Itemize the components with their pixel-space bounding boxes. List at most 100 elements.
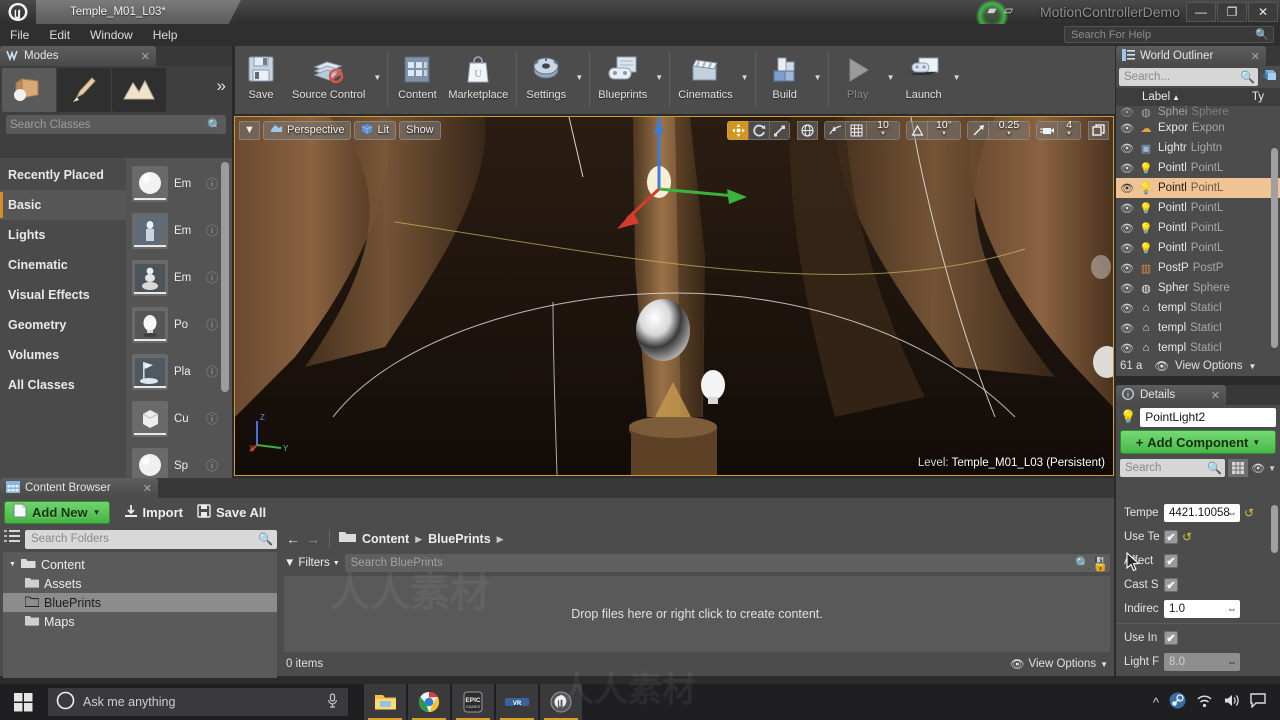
eye-icon[interactable]: 👁 — [1120, 242, 1134, 255]
table-row[interactable]: 👁 ▣ Lightr Lightn — [1116, 138, 1280, 158]
modes-category-cinematic[interactable]: Cinematic — [0, 250, 126, 280]
eye-icon[interactable]: 👁 — [1120, 202, 1134, 215]
chevron-down-icon[interactable]: ▼ — [1268, 464, 1276, 473]
outliner-view-options[interactable]: View Options — [1175, 360, 1243, 372]
modes-asset-scrollbar[interactable] — [221, 162, 229, 392]
details-scrollbar[interactable] — [1271, 505, 1278, 553]
eye-icon[interactable]: 👁 — [1120, 162, 1134, 175]
table-row[interactable]: 👁 ◍ Sphei Sphere — [1116, 106, 1280, 119]
eye-icon[interactable]: 👁 — [1120, 342, 1134, 355]
level-tab[interactable]: Temple_M01_L03* — [36, 0, 241, 24]
tree-item-assets[interactable]: Assets — [3, 574, 277, 593]
play-dropdown-arrow[interactable]: ▼ — [884, 46, 898, 108]
caret-down-icon[interactable]: ▼ — [9, 561, 16, 568]
drag-grip-icon[interactable]: ⇔ — [1227, 508, 1237, 519]
maximize-viewport-icon[interactable] — [1088, 120, 1109, 140]
eye-icon[interactable]: 👁 — [1120, 122, 1134, 135]
surface-snap-icon[interactable] — [824, 120, 845, 140]
breadcrumb-content[interactable]: Content — [362, 532, 409, 546]
volume-icon[interactable] — [1223, 693, 1240, 711]
level-viewport[interactable]: Z Y X ▼ Perspective Lit Show 10 ▼ 10° ▼ … — [234, 116, 1114, 476]
angle-icon[interactable] — [906, 120, 927, 140]
list-item[interactable]: Po ⓘ — [126, 301, 232, 348]
drag-grip-icon[interactable]: ⇔ — [1227, 604, 1237, 615]
menu-file[interactable]: File — [0, 24, 39, 46]
filters-button[interactable]: ▼ Filters ▼ — [284, 557, 340, 569]
unreal-engine-icon[interactable] — [540, 684, 582, 720]
question-circle-icon[interactable]: ⓘ — [206, 410, 218, 427]
eye-icon[interactable]: 👁 — [1120, 106, 1134, 119]
menu-window[interactable]: Window — [80, 24, 143, 46]
chevron-double-right-icon[interactable]: » — [217, 76, 226, 96]
save-all-button[interactable]: Save All — [197, 503, 266, 521]
list-item[interactable]: Pla ⓘ — [126, 348, 232, 395]
drag-grip-icon[interactable]: ⇔ — [1227, 657, 1237, 668]
folders-search-input[interactable]: Search Folders 🔍 — [25, 529, 277, 549]
list-item[interactable]: Em ⓘ — [126, 160, 232, 207]
minimize-button[interactable]: — — [1186, 2, 1216, 22]
table-row[interactable]: 👁 ▥ PostP PostP — [1116, 258, 1280, 278]
arrow-right-icon[interactable]: → — [306, 531, 320, 547]
eye-icon[interactable]: 👁 — [1120, 142, 1134, 155]
epic-games-icon[interactable]: EPIC GAMES — [452, 684, 494, 720]
cinematics-dropdown-arrow[interactable]: ▼ — [738, 46, 752, 108]
rotation-snap-value[interactable]: 10° ▼ — [927, 120, 961, 140]
toolbar-content-button[interactable]: Content — [391, 46, 443, 108]
table-row[interactable]: 👁 💡 Pointl PointL — [1116, 198, 1280, 218]
toolbar-blueprints-button[interactable]: Blueprints — [593, 46, 652, 108]
vr-icon[interactable]: VR — [496, 684, 538, 720]
property-checkbox[interactable]: ✔ — [1164, 631, 1178, 645]
list-item[interactable]: Cu ⓘ — [126, 395, 232, 442]
modes-category-visual-effects[interactable]: Visual Effects — [0, 280, 126, 310]
viewport-options-menu[interactable]: ▼ — [239, 120, 260, 140]
modes-panel-tab[interactable]: Modes ✕ — [0, 46, 156, 66]
toolbar-settings-button[interactable]: Settings — [520, 46, 572, 108]
viewport-view-mode[interactable]: Lit — [354, 120, 397, 140]
toolbar-launch-button[interactable]: Launch — [898, 46, 950, 108]
list-item[interactable]: Em ⓘ — [126, 254, 232, 301]
modes-category-basic[interactable]: Basic — [0, 190, 126, 220]
lock-icon[interactable]: 🔓 — [1093, 558, 1108, 572]
list-item[interactable]: Sp ⓘ — [126, 442, 232, 478]
cortana-search-box[interactable]: Ask me anything — [48, 688, 348, 716]
table-row[interactable]: 👁 💡 Pointl PointL — [1116, 178, 1280, 198]
property-checkbox[interactable]: ✔ — [1164, 554, 1178, 568]
import-button[interactable]: Import — [124, 504, 183, 521]
grid-view-icon[interactable] — [1228, 459, 1249, 477]
asset-drop-area[interactable]: Drop files here or right click to create… — [284, 576, 1110, 652]
modes-search-input[interactable]: Search Classes 🔍 — [6, 115, 226, 134]
close-icon[interactable]: ✕ — [141, 50, 150, 63]
modes-category-all-classes[interactable]: All Classes — [0, 370, 126, 400]
close-icon[interactable]: ✕ — [143, 482, 152, 495]
question-circle-icon[interactable]: ⓘ — [206, 316, 218, 333]
chrome-icon[interactable] — [408, 684, 450, 720]
camera-speed-icon[interactable] — [1036, 120, 1057, 140]
modes-category-recently-placed[interactable]: Recently Placed — [0, 160, 126, 190]
eye-icon[interactable]: 👁 — [1251, 462, 1265, 475]
eye-icon[interactable]: 👁 — [1120, 222, 1134, 235]
table-row[interactable]: 👁 💡 Pointl PointL — [1116, 238, 1280, 258]
outliner-search-input[interactable]: Search... 🔍 — [1119, 68, 1258, 86]
menu-help[interactable]: Help — [143, 24, 188, 46]
outliner-scrollbar[interactable] — [1271, 148, 1278, 348]
rotate-icon[interactable] — [748, 120, 769, 140]
menu-edit[interactable]: Edit — [39, 24, 80, 46]
modes-category-lights[interactable]: Lights — [0, 220, 126, 250]
windows-start-icon[interactable] — [0, 684, 46, 720]
modes-category-geometry[interactable]: Geometry — [0, 310, 126, 340]
tree-item-maps[interactable]: Maps — [3, 612, 277, 631]
tree-item-blueprints[interactable]: BluePrints — [3, 593, 277, 612]
world-outliner-tab[interactable]: World Outliner ✕ — [1116, 46, 1266, 66]
toolbar-cinematics-button[interactable]: Cinematics — [673, 46, 737, 108]
modes-asset-list[interactable]: Em ⓘ Em ⓘ Em ⓘ Po ⓘ Pla ⓘ Cu ⓘ Sp ⓘ — [126, 158, 232, 478]
toolbar-marketplace-button[interactable]: U Marketplace — [443, 46, 513, 108]
launch-dropdown-arrow[interactable]: ▼ — [950, 46, 964, 108]
content-browser-tab[interactable]: Content Browser ✕ — [0, 478, 158, 498]
steam-icon[interactable] — [1169, 692, 1186, 712]
breadcrumb-blueprints[interactable]: BluePrints — [428, 532, 491, 546]
grid-snap-value[interactable]: 10 ▼ — [866, 120, 900, 140]
action-center-icon[interactable] — [1250, 693, 1266, 711]
build-dropdown-arrow[interactable]: ▼ — [811, 46, 825, 108]
table-row[interactable]: 👁 ☁ Expor Expon — [1116, 118, 1280, 138]
list-item[interactable]: Em ⓘ — [126, 207, 232, 254]
